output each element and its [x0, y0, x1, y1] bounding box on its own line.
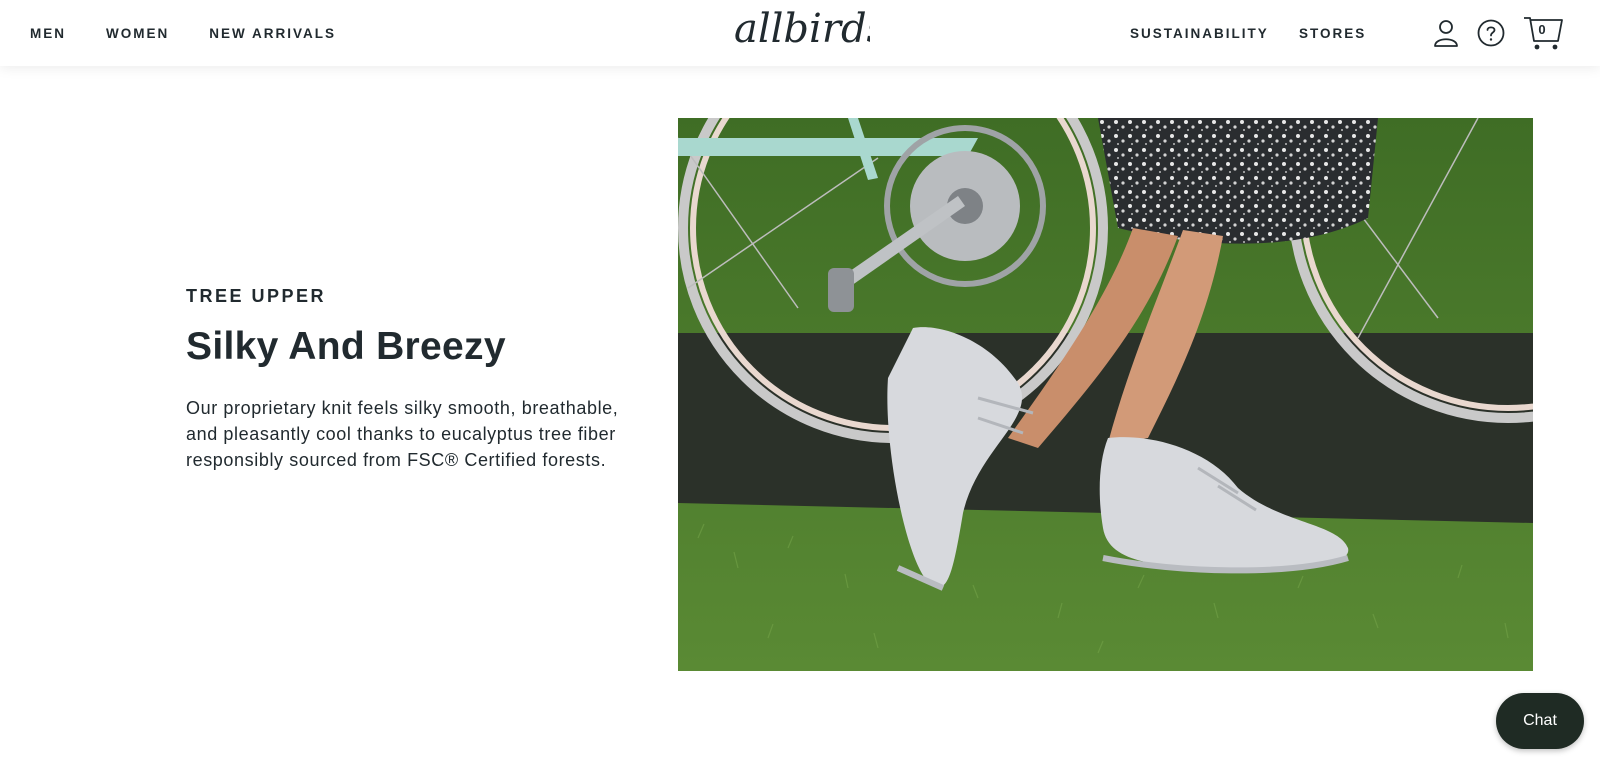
- feature-image: [678, 118, 1533, 671]
- nav-link-new-arrivals[interactable]: NEW ARRIVALS: [209, 26, 336, 41]
- chat-button[interactable]: Chat: [1496, 693, 1584, 749]
- product-lifestyle-photo: [678, 118, 1533, 671]
- feature-headline: Silky And Breezy: [186, 325, 506, 368]
- question-icon: [1477, 19, 1505, 47]
- secondary-nav: SUSTAINABILITY STORES 0: [1130, 0, 1600, 66]
- site-header: MEN WOMEN NEW ARRIVALS allbirds SUSTAINA…: [0, 0, 1600, 66]
- logo-text: allbirds: [734, 8, 870, 52]
- user-icon: [1434, 20, 1458, 47]
- nav-link-men[interactable]: MEN: [30, 26, 66, 41]
- account-button[interactable]: [1431, 18, 1461, 48]
- nav-link-stores[interactable]: STORES: [1299, 26, 1366, 41]
- allbirds-logo[interactable]: allbirds: [732, 8, 870, 58]
- feature-eyebrow: TREE UPPER: [186, 286, 327, 306]
- help-button[interactable]: [1476, 18, 1506, 48]
- cart-button[interactable]: 0: [1522, 14, 1564, 54]
- primary-nav: MEN WOMEN NEW ARRIVALS: [30, 0, 376, 66]
- nav-link-sustainability[interactable]: SUSTAINABILITY: [1130, 26, 1269, 41]
- nav-link-women[interactable]: WOMEN: [106, 26, 169, 41]
- feature-text: TREE UPPER Silky And Breezy Our propriet…: [186, 286, 636, 473]
- feature-description: Our proprietary knit feels silky smooth,…: [186, 398, 619, 470]
- cart-count-badge: 0: [1538, 22, 1546, 37]
